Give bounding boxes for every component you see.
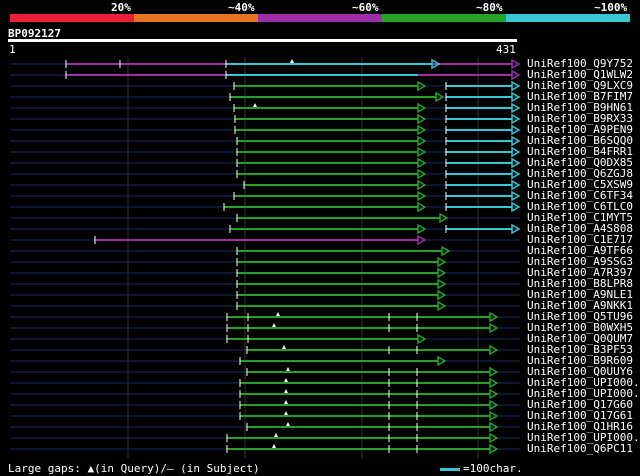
blast-graphic-overview: 20% ~40% ~60% ~80% ~100% BP092127 1 431 …	[0, 0, 640, 476]
query-gap-marker	[284, 400, 288, 404]
query-gap-marker	[272, 323, 276, 327]
query-gap-marker	[282, 345, 286, 349]
scale-bar	[440, 467, 460, 471]
query-gap-marker	[272, 444, 276, 448]
query-gap-marker	[290, 59, 294, 63]
query-gap-marker	[286, 367, 290, 371]
query-gap-marker	[274, 433, 278, 437]
query-gap-marker	[284, 389, 288, 393]
query-gap-marker	[276, 312, 280, 316]
scale-legend: =100char.	[440, 462, 523, 475]
query-gap-marker	[253, 103, 257, 107]
scale-text: =100char.	[463, 462, 523, 475]
gap-legend: Large gaps: ▲(in Query)/– (in Subject)	[8, 462, 260, 475]
query-gap-marker	[286, 422, 290, 426]
hit-label[interactable]: UniRef100_Q6PC11	[527, 443, 633, 454]
query-gap-marker	[284, 378, 288, 382]
query-gap-marker	[284, 411, 288, 415]
